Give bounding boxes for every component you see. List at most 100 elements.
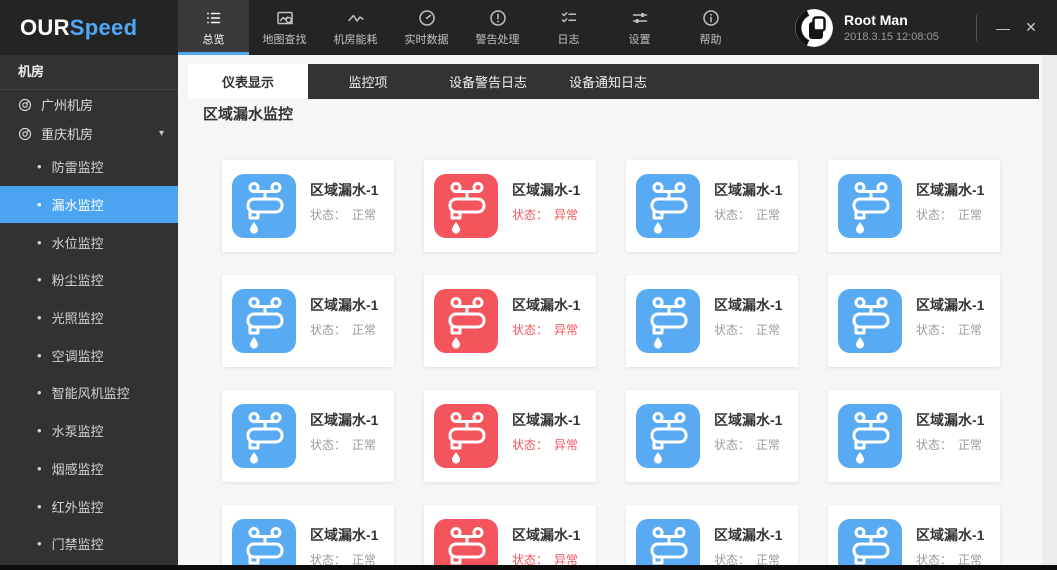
nav-item-log-checklist[interactable]: 日志	[533, 0, 604, 55]
faucet-icon	[232, 404, 296, 468]
nav-item-list[interactable]: 总览	[178, 0, 249, 55]
monitor-item-label: 水位监控	[52, 233, 104, 252]
sidebar-monitor-item[interactable]: • 防雷监控	[0, 148, 178, 186]
card-title: 区域漏水-1	[916, 525, 984, 545]
user-name: Root Man	[844, 12, 962, 28]
nav-item-help-info[interactable]: 帮助	[675, 0, 746, 55]
status-value: 异常	[554, 551, 578, 565]
leak-monitor-card[interactable]: 区域漏水-1 状态： 正常	[626, 390, 798, 482]
monitor-item-label: 漏水监控	[52, 195, 104, 214]
status-prefix: 状态：	[310, 436, 346, 453]
status-value: 正常	[756, 321, 780, 338]
card-title: 区域漏水-1	[310, 180, 378, 200]
sidebar-monitor-item[interactable]: •水泵监控	[0, 412, 178, 450]
status-value: 正常	[958, 551, 982, 565]
tab[interactable]: 设备通知日志	[548, 64, 668, 99]
sidebar-room[interactable]: 广州机房	[0, 90, 178, 119]
leak-monitor-card[interactable]: 区域漏水-1 状态： 异常	[424, 505, 596, 565]
tab[interactable]: 仪表显示	[188, 64, 308, 99]
card-status: 状态： 正常	[714, 321, 780, 338]
status-prefix: 状态：	[714, 321, 750, 338]
sidebar-monitor-item[interactable]: •漏水监控	[0, 186, 178, 224]
card-status: 状态： 正常	[714, 206, 780, 223]
status-value: 正常	[352, 551, 376, 565]
chevron-down-icon[interactable]: ▾	[159, 128, 164, 139]
minimize-button[interactable]: —	[989, 14, 1017, 42]
card-status: 状态： 正常	[916, 206, 982, 223]
bullet-icon: •	[37, 160, 42, 173]
leak-monitor-card[interactable]: 区域漏水-1 状态： 正常	[222, 505, 394, 565]
card-status: 状态： 正常	[916, 436, 982, 453]
leak-monitor-card[interactable]: 区域漏水-1 状态： 正常	[828, 505, 1000, 565]
nav-label: 警告处理	[476, 31, 520, 47]
leak-monitor-card[interactable]: 区域漏水-1 状态： 异常	[424, 390, 596, 482]
card-status: 状态： 正常	[310, 436, 376, 453]
status-prefix: 状态：	[310, 321, 346, 338]
card-title: 区域漏水-1	[310, 525, 378, 545]
leak-monitor-card[interactable]: 区域漏水-1 状态： 异常	[424, 160, 596, 252]
status-value: 正常	[756, 551, 780, 565]
leak-monitor-card[interactable]: 区域漏水-1 状态： 正常	[828, 275, 1000, 367]
close-button[interactable]: ✕	[1017, 14, 1045, 42]
leak-monitor-card[interactable]: 区域漏水-1 状态： 正常	[828, 390, 1000, 482]
leak-monitor-card[interactable]: 区域漏水-1 状态： 正常	[626, 160, 798, 252]
bullet-icon: •	[37, 273, 42, 286]
status-value: 异常	[554, 436, 578, 453]
card-title: 区域漏水-1	[916, 295, 984, 315]
leak-monitor-card[interactable]: 区域漏水-1 状态： 正常	[626, 275, 798, 367]
nav-label: 机房能耗	[334, 31, 378, 47]
sidebar-monitor-item[interactable]: •红外监控	[0, 487, 178, 525]
card-title: 区域漏水-1	[714, 180, 782, 200]
bullet-icon: •	[37, 424, 42, 437]
card-status: 状态： 正常	[714, 436, 780, 453]
nav-label: 日志	[558, 31, 580, 47]
sidebar-monitor-item[interactable]: •烟感监控	[0, 450, 178, 488]
leak-monitor-card[interactable]: 区域漏水-1 状态： 正常	[222, 275, 394, 367]
nav-label: 帮助	[700, 31, 722, 47]
faucet-icon	[434, 404, 498, 468]
sidebar-monitor-item[interactable]: •空调监控	[0, 336, 178, 374]
top-header: OURSpeed 总览地图查找机房能耗实时数据警告处理日志设置帮助 Root M…	[0, 0, 1057, 55]
card-status: 状态： 正常	[310, 551, 376, 565]
user-datetime: 2018.3.15 12:08:05	[844, 31, 962, 43]
nav-item-energy-chart[interactable]: 机房能耗	[320, 0, 391, 55]
avatar[interactable]	[795, 9, 833, 47]
status-prefix: 状态：	[512, 551, 548, 565]
card-status: 状态： 异常	[512, 206, 578, 223]
leak-monitor-card[interactable]: 区域漏水-1 状态： 正常	[222, 390, 394, 482]
user-meta: Root Man 2018.3.15 12:08:05	[844, 12, 962, 43]
sidebar-monitor-item[interactable]: •门禁监控	[0, 525, 178, 563]
tab[interactable]: 设备警告日志	[428, 64, 548, 99]
status-prefix: 状态：	[310, 206, 346, 223]
monitor-item-label: 防雷监控	[52, 157, 104, 176]
leak-monitor-card[interactable]: 区域漏水-1 状态： 正常	[222, 160, 394, 252]
status-value: 异常	[554, 206, 578, 223]
tab[interactable]: 监控项	[308, 64, 428, 99]
monitor-item-label: 空调监控	[52, 346, 104, 365]
card-title: 区域漏水-1	[714, 410, 782, 430]
leak-monitor-card[interactable]: 区域漏水-1 状态： 正常	[828, 160, 1000, 252]
leak-monitor-card[interactable]: 区域漏水-1 状态： 正常	[626, 505, 798, 565]
nav-item-alert-circle[interactable]: 警告处理	[462, 0, 533, 55]
card-title: 区域漏水-1	[310, 410, 378, 430]
status-value: 正常	[352, 436, 376, 453]
monitor-item-label: 光照监控	[52, 308, 104, 327]
card-status: 状态： 正常	[916, 551, 982, 565]
faucet-icon	[838, 289, 902, 353]
main-content: 仪表显示监控项设备警告日志设备通知日志 区域漏水监控 区域漏水-1 状态： 正常…	[178, 55, 1057, 565]
sidebar-monitor-item[interactable]: •光照监控	[0, 299, 178, 337]
sidebar-monitor-item[interactable]: •智能风机监控	[0, 374, 178, 412]
nav-item-settings-sliders[interactable]: 设置	[604, 0, 675, 55]
leak-monitor-card[interactable]: 区域漏水-1 状态： 异常	[424, 275, 596, 367]
realtime-gauge-icon	[418, 9, 436, 27]
sidebar-monitor-item[interactable]: •粉尘监控	[0, 261, 178, 299]
nav-label: 总览	[203, 31, 225, 47]
card-status: 状态： 异常	[512, 436, 578, 453]
status-prefix: 状态：	[916, 321, 952, 338]
nav-item-realtime-gauge[interactable]: 实时数据	[391, 0, 462, 55]
sidebar-room[interactable]: 重庆机房▾	[0, 119, 178, 148]
sidebar-monitor-item[interactable]: •水位监控	[0, 223, 178, 261]
status-prefix: 状态：	[916, 551, 952, 565]
nav-item-map-search[interactable]: 地图查找	[249, 0, 320, 55]
card-title: 区域漏水-1	[714, 295, 782, 315]
